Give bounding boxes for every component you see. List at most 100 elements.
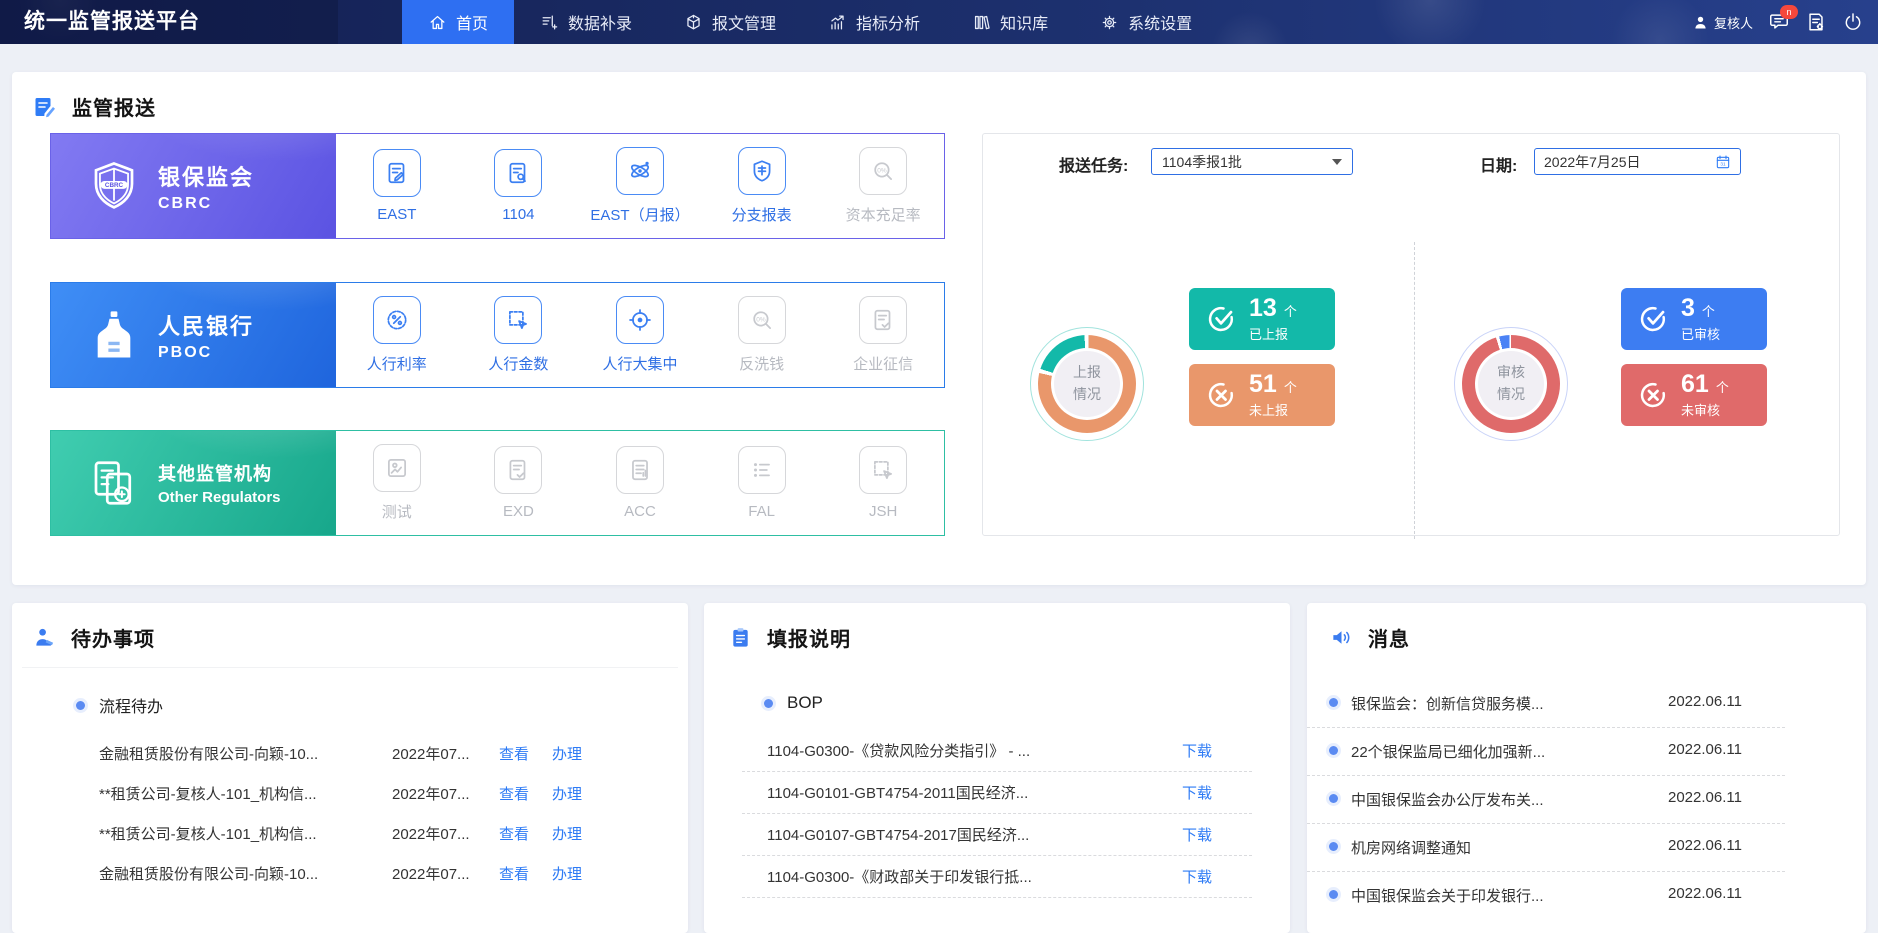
message-item[interactable]: 中国银保监会办公厅发布关... 2022.06.11 <box>1307 775 1785 824</box>
report-entry-aml: 反洗钱 <box>701 283 823 387</box>
nav-item-data-entry[interactable]: 数据补录 <box>514 0 658 44</box>
submitted-stat-card: 13 个 已上报 <box>1189 288 1335 350</box>
report-entry-label: 反洗钱 <box>739 356 785 373</box>
logout-button[interactable] <box>1842 11 1864 33</box>
select-cursor-icon <box>505 307 531 333</box>
report-entry-pboc-centralized[interactable]: 人行大集中 <box>579 283 701 387</box>
message-date: 2022.06.11 <box>1668 885 1742 902</box>
report-entry-branch-report[interactable]: 分支报表 <box>701 134 823 238</box>
screen: 统一监管报送平台 首页 数据补录 报文管理 指标分析 知识库 系统设置 复核人 … <box>0 0 1878 933</box>
doc-wrench-icon <box>505 160 531 186</box>
power-icon <box>1842 11 1864 33</box>
message-text: 银保监会：创新信贷服务模... <box>1351 696 1544 713</box>
clipboard-icon <box>729 626 752 649</box>
todo-item-name: 金融租赁股份有限公司-向颖-10... <box>99 866 319 883</box>
target-icon <box>627 307 653 333</box>
date-picker[interactable]: 2022年7月25日 <box>1534 148 1741 175</box>
download-link[interactable]: 下载 <box>1182 740 1212 761</box>
check-circle-icon <box>1638 304 1668 334</box>
message-text: 22个银保监局已细化加强新... <box>1351 744 1546 761</box>
report-entry-label: 资本充足率 <box>845 207 921 224</box>
message-item[interactable]: 机房网络调整通知 2022.06.11 <box>1307 823 1785 872</box>
nav-item-system-settings[interactable]: 系统设置 <box>1074 0 1218 44</box>
guide-item-text: 1104-G0300-《财政部关于印发银行抵... <box>767 869 1032 886</box>
donut-center-label: 上报 情况 <box>1054 351 1120 417</box>
regulator-sub: PBOC <box>158 343 213 361</box>
report-entry-label: FAL <box>748 503 775 520</box>
download-link[interactable]: 下载 <box>1182 782 1212 803</box>
nav-item-home[interactable]: 首页 <box>402 0 515 44</box>
section-header: 监管报送 <box>33 92 156 121</box>
cbrc-shield-icon <box>87 159 141 213</box>
report-entry-1104[interactable]: 1104 <box>458 134 580 238</box>
message-text: 中国银保监会办公厅发布关... <box>1351 792 1544 809</box>
report-entry-enterprise-credit: 企业征信 <box>822 283 944 387</box>
person-desk-icon <box>33 626 56 649</box>
view-link[interactable]: 查看 <box>499 743 529 764</box>
check-circle-icon <box>1206 304 1236 334</box>
message-item[interactable]: 22个银保监局已细化加强新... 2022.06.11 <box>1307 727 1785 776</box>
stat-label: 未上报 <box>1249 402 1289 418</box>
report-entry-east[interactable]: EAST <box>336 134 458 238</box>
report-entry-label: JSH <box>869 503 898 520</box>
nav-item-message-mgmt[interactable]: 报文管理 <box>658 0 802 44</box>
stat-value: 51 <box>1249 369 1277 398</box>
guide-row: 1104-G0107-GBT4754-2017国民经济... 下载 <box>742 813 1252 856</box>
guide-item-text: 1104-G0107-GBT4754-2017国民经济... <box>767 827 1030 844</box>
select-cursor-icon <box>870 457 896 483</box>
x-circle-icon <box>1206 380 1236 410</box>
regulator-sub: Other Regulators <box>158 489 281 506</box>
report-entry-label: 人行利率 <box>366 356 427 373</box>
view-link[interactable]: 查看 <box>499 823 529 844</box>
handle-link[interactable]: 办理 <box>552 823 582 844</box>
report-edit-icon <box>33 95 57 119</box>
guide-row: 1104-G0300-《贷款风险分类指引》 - ... 下载 <box>742 729 1252 772</box>
nav-item-knowledge-base[interactable]: 知识库 <box>946 0 1074 44</box>
image-doc-icon <box>384 455 410 481</box>
handle-link[interactable]: 办理 <box>552 863 582 884</box>
chart-icon <box>828 13 847 32</box>
report-entry-pboc-rate[interactable]: 人行利率 <box>336 283 458 387</box>
section-title: 监管报送 <box>72 98 156 120</box>
report-entry-label: EXD <box>502 503 534 520</box>
other-regulators-brand: 其他监管机构 Other Regulators <box>51 431 336 535</box>
handle-link[interactable]: 办理 <box>552 783 582 804</box>
view-link[interactable]: 查看 <box>499 863 529 884</box>
message-item[interactable]: 银保监会：创新信贷服务模... 2022.06.11 <box>1307 679 1785 728</box>
nav-label: 报文管理 <box>712 16 777 33</box>
user-menu[interactable]: 复核人 <box>1692 13 1753 32</box>
view-link[interactable]: 查看 <box>499 783 529 804</box>
nav-label: 指标分析 <box>856 16 921 33</box>
regulator-name: 其他监管机构 <box>158 464 272 484</box>
cbrc-brand: 银保监会 CBRC <box>51 134 336 238</box>
date-value: 2022年7月25日 <box>1544 153 1641 170</box>
report-entry-pboc-amount[interactable]: 人行金数 <box>458 283 580 387</box>
regulator-row-pboc: 人民银行 PBOC 人行利率 人行金数 人行大集中 反洗钱 企业征信 <box>50 282 945 388</box>
message-title: 消息 <box>1368 629 1410 651</box>
nav-item-indicator-analysis[interactable]: 指标分析 <box>802 0 946 44</box>
todo-row: 金融租赁股份有限公司-向颖-10... 2022年07... 查看 办理 <box>12 733 688 773</box>
regulator-sub: CBRC <box>158 194 213 212</box>
topbar-actions: 复核人 n <box>1692 0 1864 44</box>
app-title: 统一监管报送平台 <box>24 10 200 33</box>
nav-label: 数据补录 <box>568 16 633 33</box>
message-text: 中国银保监会关于印发银行... <box>1351 888 1544 905</box>
handle-link[interactable]: 办理 <box>552 743 582 764</box>
report-entry-east-monthly[interactable]: EAST（月报） <box>579 134 701 238</box>
notifications-button[interactable]: n <box>1768 5 1798 33</box>
report-doc-button[interactable] <box>1805 11 1827 33</box>
message-date: 2022.06.11 <box>1668 741 1742 758</box>
report-entry-exd: EXD <box>458 431 580 535</box>
report-section: 监管报送 银保监会 CBRC EAST 1104 EAST（月报） 分支报表 资… <box>12 72 1866 585</box>
nav-label: 系统设置 <box>1128 16 1193 33</box>
report-entry-capital-adequacy: 资本充足率 <box>822 134 944 238</box>
download-link[interactable]: 下载 <box>1182 866 1212 887</box>
task-label: 报送任务: <box>1059 158 1129 175</box>
doc-check-icon <box>870 307 896 333</box>
report-entry-label: EAST（月报） <box>590 207 690 224</box>
speaker-icon <box>1330 626 1353 649</box>
task-select[interactable]: 1104季报1批 <box>1151 148 1353 175</box>
message-item[interactable]: 中国银保监会关于印发银行... 2022.06.11 <box>1307 871 1785 919</box>
todo-item-date: 2022年07... <box>392 746 470 763</box>
download-link[interactable]: 下载 <box>1182 824 1212 845</box>
